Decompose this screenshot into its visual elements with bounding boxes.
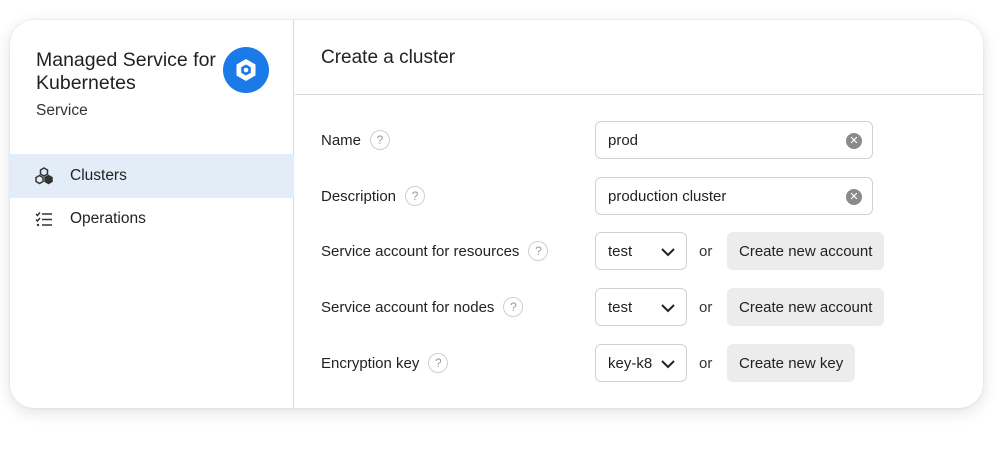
or-text: or — [699, 242, 713, 260]
select-value: test — [608, 298, 633, 316]
sa-resources-label: Service account for resources — [321, 242, 520, 260]
sa-nodes-label: Service account for nodes — [321, 298, 495, 316]
select-value: test — [608, 242, 633, 260]
name-field-wrapper: ✕ — [595, 121, 873, 159]
help-icon[interactable]: ? — [528, 241, 549, 261]
clusters-icon — [34, 166, 54, 186]
help-icon[interactable]: ? — [405, 186, 426, 206]
create-new-account-button[interactable]: Create new account — [727, 232, 885, 270]
help-icon[interactable]: ? — [428, 353, 449, 373]
service-title: Managed Service for Kubernetes — [36, 49, 216, 94]
description-field-wrapper: ✕ — [595, 177, 873, 215]
create-new-account-button[interactable]: Create new account — [727, 288, 885, 326]
or-text: or — [699, 298, 713, 316]
description-label: Description — [321, 187, 397, 205]
sidebar-item-label: Clusters — [70, 167, 127, 184]
service-subtitle: Service — [36, 102, 88, 119]
chevron-down-icon — [661, 248, 675, 257]
create-cluster-card: Managed Service for Kubernetes Service C… — [10, 20, 983, 408]
sidebar: Managed Service for Kubernetes Service C… — [10, 20, 294, 408]
kubernetes-logo-icon — [223, 47, 269, 93]
help-icon[interactable]: ? — [503, 297, 524, 317]
encryption-key-select[interactable]: key-k8 — [595, 344, 687, 382]
main-panel: Create a cluster Name ? ✕ Description ? … — [295, 20, 983, 408]
encryption-key-row: Encryption key ? key-k8 or Create new ke… — [295, 344, 983, 382]
sa-nodes-row: Service account for nodes ? test or Crea… — [295, 288, 983, 326]
description-row: Description ? ✕ — [295, 177, 983, 215]
clear-icon[interactable]: ✕ — [846, 189, 862, 205]
name-row: Name ? ✕ — [295, 121, 983, 159]
description-field[interactable] — [596, 179, 826, 213]
page-title: Create a cluster — [321, 47, 456, 68]
encryption-key-label: Encryption key — [321, 354, 420, 372]
sidebar-item-clusters[interactable]: Clusters — [10, 154, 294, 198]
sa-resources-select[interactable]: test — [595, 232, 687, 270]
sa-nodes-select[interactable]: test — [595, 288, 687, 326]
help-icon[interactable]: ? — [370, 130, 391, 150]
select-value: key-k8 — [608, 354, 653, 372]
name-field[interactable] — [596, 123, 826, 157]
chevron-down-icon — [661, 304, 675, 313]
chevron-down-icon — [661, 360, 675, 369]
sidebar-item-label: Operations — [70, 210, 146, 227]
page-header: Create a cluster — [295, 20, 983, 95]
clear-icon[interactable]: ✕ — [846, 133, 862, 149]
or-text: or — [699, 354, 713, 372]
sa-resources-row: Service account for resources ? test or … — [295, 232, 983, 270]
sidebar-item-operations[interactable]: Operations — [10, 197, 294, 241]
create-new-key-button[interactable]: Create new key — [727, 344, 856, 382]
name-label: Name — [321, 131, 362, 149]
operations-list-icon — [34, 209, 54, 229]
